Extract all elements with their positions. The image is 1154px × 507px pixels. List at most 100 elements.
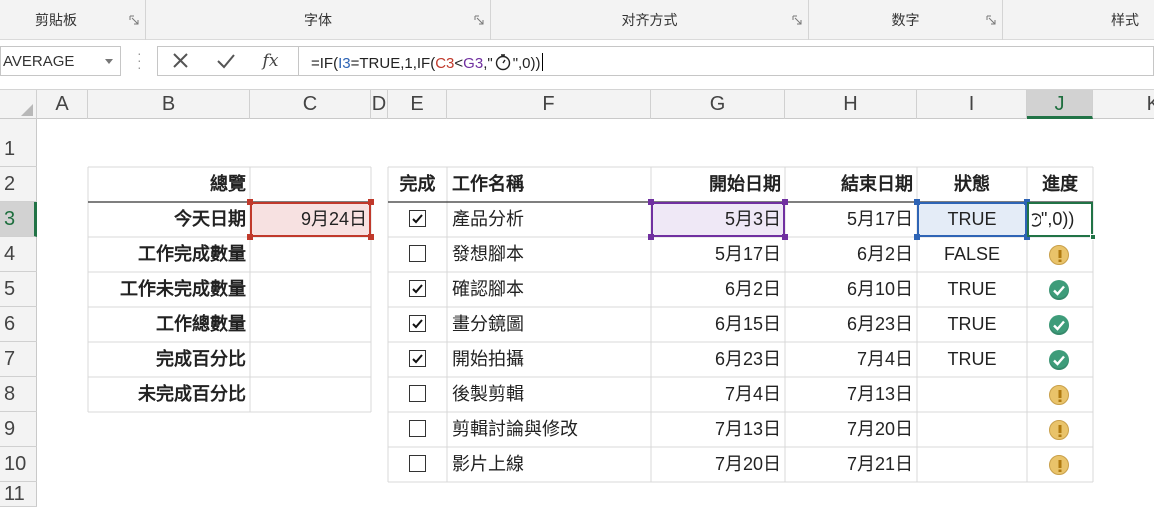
done-checkbox[interactable] [409, 420, 426, 437]
dialog-launcher-icon[interactable] [792, 15, 802, 25]
end-date[interactable]: 6月2日 [785, 237, 917, 272]
status-value[interactable]: TRUE [917, 342, 1027, 377]
done-checkbox[interactable] [409, 280, 426, 297]
formula-bar: AVERAGE · · · fx =IF(I3=TRUE,1,IF(C3<G3," "… [0, 40, 1154, 90]
task-name[interactable]: 開始拍攝 [447, 342, 651, 377]
row-header-3[interactable]: 3 [0, 202, 37, 237]
column-header-c[interactable]: C [250, 90, 371, 119]
row-header-9[interactable]: 9 [0, 412, 37, 447]
header-start-date[interactable]: 開始日期 [651, 167, 785, 202]
overview-label[interactable]: 今天日期 [88, 202, 250, 237]
status-value[interactable]: FALSE [917, 237, 1027, 272]
overview-label[interactable]: 未完成百分比 [88, 377, 250, 412]
task-name[interactable]: 發想腳本 [447, 237, 651, 272]
dialog-launcher-icon[interactable] [474, 15, 484, 25]
overview-label[interactable]: 工作未完成數量 [88, 272, 250, 307]
row-header-4[interactable]: 4 [0, 237, 37, 272]
header-end-date[interactable]: 結束日期 [785, 167, 917, 202]
row-header-5[interactable]: 5 [0, 272, 37, 307]
select-all-button[interactable] [0, 90, 37, 119]
column-header-g[interactable]: G [651, 90, 785, 119]
overview-label[interactable]: 完成百分比 [88, 342, 250, 377]
overview-value[interactable] [250, 342, 371, 377]
start-date[interactable]: 6月15日 [651, 307, 785, 342]
formula-text: =IF( [311, 55, 339, 72]
overview-title[interactable]: 總覽 [88, 167, 250, 202]
task-name[interactable]: 確認腳本 [447, 272, 651, 307]
start-date[interactable]: 7月13日 [651, 412, 785, 447]
start-date[interactable]: 7月4日 [651, 377, 785, 412]
end-date[interactable]: 7月21日 [785, 447, 917, 482]
row-header-8[interactable]: 8 [0, 377, 37, 412]
dialog-launcher-icon[interactable] [986, 15, 996, 25]
overview-value[interactable] [250, 307, 371, 342]
done-checkbox[interactable] [409, 315, 426, 332]
column-header-a[interactable]: A [37, 90, 88, 119]
status-value[interactable]: TRUE [917, 272, 1027, 307]
header-task-name[interactable]: 工作名稱 [447, 167, 651, 202]
task-name[interactable]: 後製剪輯 [447, 377, 651, 412]
row-header-2[interactable]: 2 [0, 167, 37, 202]
status-value[interactable]: TRUE [917, 307, 1027, 342]
column-header-k[interactable]: K [1093, 90, 1154, 119]
insert-function-button[interactable]: fx [248, 47, 293, 75]
column-header-b[interactable]: B [88, 90, 250, 119]
task-name[interactable]: 畫分鏡圖 [447, 307, 651, 342]
row-header-7[interactable]: 7 [0, 342, 37, 377]
name-box[interactable]: AVERAGE [0, 46, 121, 76]
done-checkbox[interactable] [409, 455, 426, 472]
task-name[interactable]: 剪輯討論與修改 [447, 412, 651, 447]
row-header-10[interactable]: 10 [0, 447, 37, 482]
task-name[interactable]: 影片上線 [447, 447, 651, 482]
grip-dots-icon[interactable]: · · · [137, 46, 142, 74]
end-date[interactable]: 7月20日 [785, 412, 917, 447]
dialog-launcher-icon[interactable] [129, 15, 139, 25]
done-checkbox[interactable] [409, 245, 426, 262]
worksheet-grid[interactable]: 總覽 今天日期 9月24日 工作完成數量 工作未完成數量 工作總數量 完成百分比… [37, 119, 1154, 507]
start-date[interactable]: 7月20日 [651, 447, 785, 482]
formula-buttons: fx [157, 46, 298, 76]
header-status[interactable]: 狀態 [917, 167, 1027, 202]
column-header-e[interactable]: E [388, 90, 447, 119]
cancel-button[interactable] [158, 47, 203, 75]
start-date[interactable]: 5月3日 [651, 202, 785, 237]
row-header-1[interactable]: 1 [0, 119, 37, 167]
column-header-i[interactable]: I [917, 90, 1027, 119]
chevron-down-icon[interactable] [105, 59, 113, 64]
end-date[interactable]: 7月13日 [785, 377, 917, 412]
start-date[interactable]: 6月2日 [651, 272, 785, 307]
status-value[interactable]: TRUE [917, 202, 1027, 237]
overview-value[interactable] [250, 377, 371, 412]
end-date[interactable]: 6月10日 [785, 272, 917, 307]
start-date[interactable]: 6月23日 [651, 342, 785, 377]
column-header-f[interactable]: F [447, 90, 651, 119]
overview-value[interactable]: 9月24日 [250, 202, 371, 237]
done-checkbox[interactable] [409, 210, 426, 227]
overview-label[interactable]: 工作總數量 [88, 307, 250, 342]
stopwatch-icon [1031, 213, 1042, 227]
formula-input[interactable]: =IF(I3=TRUE,1,IF(C3<G3," ",0)) [298, 46, 1154, 76]
task-name[interactable]: 產品分析 [447, 202, 651, 237]
row-header-6[interactable]: 6 [0, 307, 37, 342]
column-header-h[interactable]: H [785, 90, 917, 119]
start-date[interactable]: 5月17日 [651, 237, 785, 272]
header-done[interactable]: 完成 [388, 167, 447, 202]
enter-button[interactable] [203, 47, 248, 75]
done-checkbox[interactable] [409, 385, 426, 402]
overview-value[interactable] [250, 237, 371, 272]
end-date[interactable]: 6月23日 [785, 307, 917, 342]
done-checkbox[interactable] [409, 350, 426, 367]
end-date[interactable]: 7月4日 [785, 342, 917, 377]
status-value[interactable] [917, 447, 1027, 482]
row-header-11[interactable]: 11 [0, 482, 37, 507]
status-value[interactable] [917, 377, 1027, 412]
status-value[interactable] [917, 412, 1027, 447]
column-header-j[interactable]: J [1027, 90, 1093, 119]
overview-value[interactable] [250, 272, 371, 307]
progress-editing-text[interactable]: ",0)) [1027, 202, 1093, 237]
ribbon-group-label: 字体 [304, 12, 332, 28]
column-header-d[interactable]: D [371, 90, 388, 119]
end-date[interactable]: 5月17日 [785, 202, 917, 237]
overview-label[interactable]: 工作完成數量 [88, 237, 250, 272]
header-progress[interactable]: 進度 [1027, 167, 1093, 202]
